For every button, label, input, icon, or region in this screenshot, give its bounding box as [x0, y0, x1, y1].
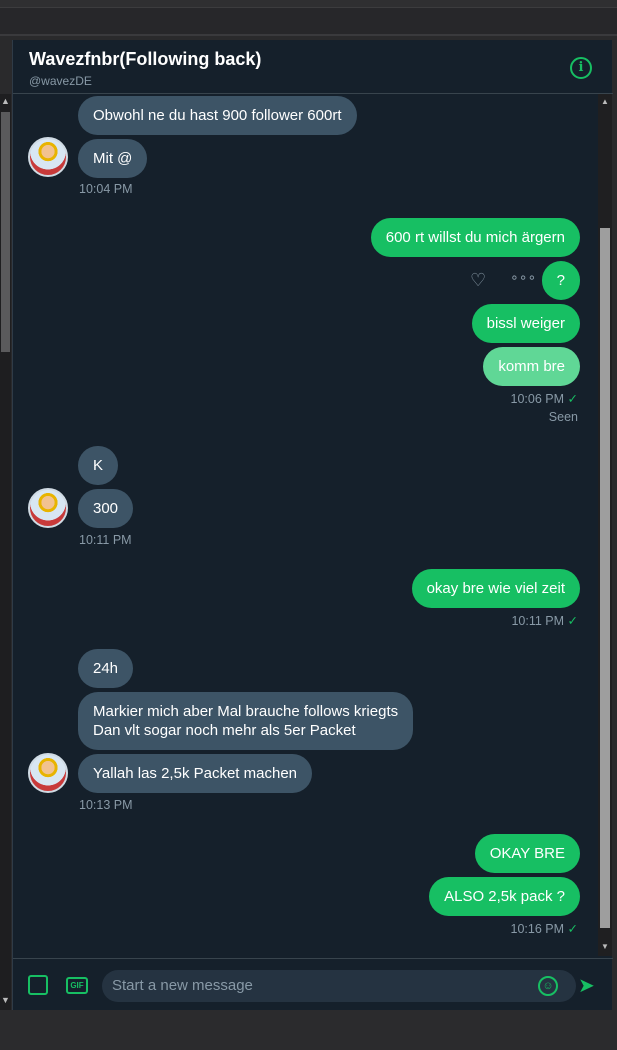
seen-status: Seen	[548, 410, 578, 424]
message-timestamp: 10:06 PM ✓	[510, 392, 578, 406]
message-timestamp: 10:13 PM	[79, 798, 133, 812]
message-line: Markier mich aber Mal brauche follows kr…	[93, 703, 399, 720]
message-timestamp: 10:11 PM	[79, 533, 132, 547]
incoming-message[interactable]: K	[78, 446, 119, 485]
outgoing-message[interactable]: komm bre	[483, 347, 580, 386]
message-input[interactable]: Start a new message	[102, 970, 576, 1002]
sent-check-icon: ✓	[567, 614, 578, 628]
send-icon[interactable]: ➤	[578, 973, 595, 998]
scroll-up-arrow[interactable]: ▲	[1, 97, 10, 106]
incoming-message[interactable]: Markier mich aber Mal brauche follows kr…	[78, 692, 414, 750]
message-timestamp: 10:11 PM ✓	[511, 614, 578, 628]
outgoing-message[interactable]: 600 rt willst du mich ärgern	[370, 218, 580, 257]
image-icon[interactable]	[28, 975, 48, 995]
scrollbar-thumb[interactable]	[600, 228, 610, 928]
heart-plus-icon[interactable]: ♡	[470, 270, 486, 291]
incoming-message[interactable]: Mit @	[78, 139, 148, 178]
incoming-message[interactable]: Yallah las 2,5k Packet machen	[78, 754, 313, 793]
message-timestamp: 10:04 PM	[79, 182, 133, 196]
avatar[interactable]	[28, 137, 68, 177]
page-scrollbar[interactable]: ▲ ▼	[0, 94, 11, 1010]
emoji-icon[interactable]: ☺	[538, 976, 558, 996]
outgoing-message[interactable]: okay bre wie viel zeit	[411, 569, 580, 608]
incoming-message[interactable]: Obwohl ne du hast 900 follower 600rt	[78, 96, 357, 135]
more-icon[interactable]: ∘∘∘	[510, 269, 536, 286]
dm-conversation: Wavezfnbr(Following back) @wavezDE i ▲ ▼…	[12, 40, 613, 1010]
outgoing-message[interactable]: ?	[541, 261, 580, 300]
gif-icon[interactable]: GIF	[66, 977, 88, 994]
avatar[interactable]	[28, 488, 68, 528]
taskbar-area	[0, 1010, 617, 1050]
message-line: Dan vlt sogar noch mehr als 5er Packet	[93, 722, 356, 739]
scroll-up-arrow[interactable]: ▲	[601, 97, 609, 106]
incoming-message[interactable]: 300	[78, 489, 134, 528]
outgoing-message[interactable]: ALSO 2,5k pack ?	[429, 877, 580, 916]
scroll-down-arrow[interactable]: ▼	[601, 942, 609, 951]
messages-scrollbar[interactable]: ▲ ▼	[598, 94, 612, 956]
outgoing-message[interactable]: bissl weiger	[471, 304, 580, 343]
message-timestamp: 10:16 PM ✓	[510, 922, 578, 936]
info-icon[interactable]: i	[570, 57, 592, 79]
contact-name[interactable]: Wavezfnbr(Following back)	[29, 49, 261, 70]
sent-check-icon: ✓	[567, 392, 578, 406]
browser-bar	[0, 0, 617, 8]
message-composer: GIF Start a new message ☺ ➤	[13, 958, 613, 1010]
conversation-header: Wavezfnbr(Following back) @wavezDE i	[13, 40, 613, 94]
incoming-message[interactable]: 24h	[78, 649, 134, 688]
avatar[interactable]	[28, 753, 68, 793]
outgoing-message[interactable]: OKAY BRE	[474, 834, 580, 873]
sent-check-icon: ✓	[567, 922, 578, 936]
scroll-down-arrow[interactable]: ▼	[1, 996, 10, 1005]
browser-toolbar	[0, 8, 617, 36]
scrollbar-thumb[interactable]	[1, 112, 10, 352]
contact-handle[interactable]: @wavezDE	[29, 74, 92, 88]
